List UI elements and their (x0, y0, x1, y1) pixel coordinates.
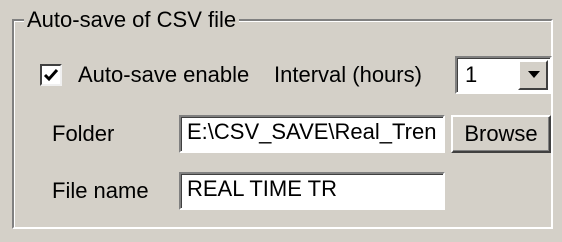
dropdown-arrow-button[interactable] (518, 60, 548, 90)
browse-button[interactable]: Browse (451, 115, 551, 153)
folder-path-input[interactable]: E:\CSV_SAVE\Real_Tren (179, 115, 445, 153)
file-name-input[interactable]: REAL TIME TR (179, 172, 445, 210)
checkmark-icon (43, 69, 59, 82)
interval-label: Interval (hours) (274, 62, 422, 87)
file-name-label: File name (52, 178, 149, 203)
folder-label: Folder (52, 121, 115, 146)
groupbox-title: Auto-save of CSV file (24, 8, 240, 32)
interval-select[interactable]: 1 (455, 56, 552, 94)
interval-select-value: 1 (465, 62, 478, 87)
autosave-enable-label[interactable]: Auto-save enable (78, 63, 249, 87)
autosave-enable-checkbox[interactable] (40, 64, 62, 86)
triangle-down-icon (528, 71, 540, 78)
